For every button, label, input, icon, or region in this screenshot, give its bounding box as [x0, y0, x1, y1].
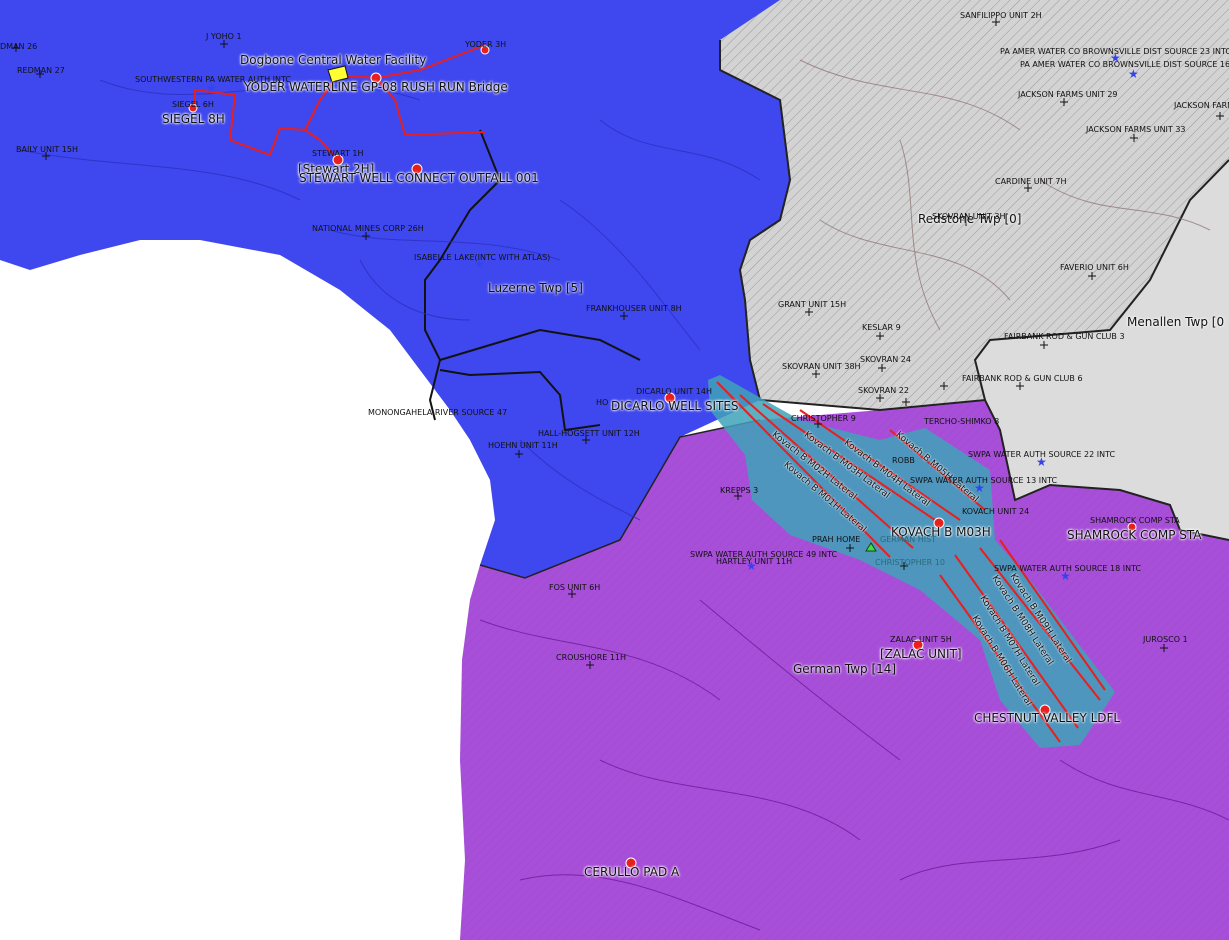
dogbone-label[interactable]: Dogbone Central Water Facility — [240, 54, 426, 66]
well-label: DMAN 26 — [0, 42, 38, 51]
well-label: KREPPS 3 — [720, 486, 759, 495]
well-label: MONONGAHELA RIVER SOURCE 47 — [368, 408, 508, 417]
map-canvas[interactable]: ★ ★ ★ ★ ★ ★ ★ ★ Luzerne Twp [5] German T… — [0, 0, 1229, 940]
well-label: GERMAN HIST — [880, 535, 937, 544]
well-label: REDMAN 27 — [17, 66, 65, 75]
well-label: HO — [596, 398, 609, 407]
well-label: JACKSON FARMS UNIT 33 — [1086, 125, 1186, 134]
zalac-label[interactable]: [ZALAC UNIT] — [880, 648, 962, 660]
well-label: JACKSON FARM — [1174, 101, 1229, 110]
stewart-outfall-label[interactable]: STEWART WELL CONNECT OUTFALL 001 — [299, 172, 539, 184]
well-label: STEWART 1H — [312, 149, 364, 158]
well-label: SANFILIPPO UNIT 2H — [960, 11, 1042, 20]
well-label: ISABELLE LAKE(INTC WITH ATLAS) — [414, 253, 551, 262]
well-label: SKOVRAN UNIT 3H — [932, 212, 1006, 221]
well-label: KESLAR 9 — [862, 323, 901, 332]
well-label: KOVACH UNIT 24 — [962, 507, 1030, 516]
well-label: SWPA WATER AUTH SOURCE 13 INTC — [910, 476, 1058, 485]
well-label: SWPA WATER AUTH SOURCE 22 INTC — [968, 450, 1116, 459]
siegel-8h-label[interactable]: SIEGEL 8H — [162, 113, 225, 125]
well-label: SWPA WATER AUTH SOURCE 18 INTC — [994, 564, 1142, 573]
svg-text:★: ★ — [1128, 67, 1139, 81]
well-label: CARDINE UNIT 7H — [995, 177, 1067, 186]
well-label: SOUTHWESTERN PA WATER AUTH INTC — [135, 75, 292, 84]
well-label: CHRISTOPHER 9 — [791, 414, 856, 423]
shamrock-label[interactable]: SHAMROCK COMP STA — [1067, 529, 1202, 541]
dicarlo-label[interactable]: DICARLO WELL SITES — [611, 400, 739, 412]
well-label: FRANKHOUSER UNIT 8H — [586, 304, 682, 313]
well-label: HOEHN UNIT 11H — [488, 441, 558, 450]
well-label: SHAMROCK COMP STA — [1090, 516, 1180, 525]
german-township-label: German Twp [14] — [793, 662, 897, 676]
well-label: YODER 3H — [465, 40, 507, 49]
well-label: FOS UNIT 6H — [549, 583, 601, 592]
well-label: JUROSCO 1 — [1143, 635, 1188, 644]
chestnut-label[interactable]: CHESTNUT VALLEY LDFL — [974, 712, 1120, 724]
well-label: HARTLEY UNIT 11H — [716, 557, 793, 566]
menallen-township-label: Menallen Twp [0 — [1127, 315, 1225, 329]
well-label: CROUSHORE 11H — [556, 653, 627, 662]
well-label: FAVERIO UNIT 6H — [1060, 263, 1129, 272]
well-label: HALL-HOGSETT UNIT 12H — [538, 429, 640, 438]
well-label: PA AMER WATER CO BROWNSVILLE DIST SOURCE… — [1000, 47, 1229, 56]
well-label: ZALAC UNIT 5H — [890, 635, 952, 644]
well-label: SIEGEL 6H — [172, 100, 214, 109]
well-label: NATIONAL MINES CORP 26H — [312, 224, 424, 233]
map-svg[interactable]: ★ ★ ★ ★ ★ ★ ★ ★ — [0, 0, 1229, 940]
well-label: J YOHO 1 — [206, 32, 242, 41]
well-label: FAIRBANK ROD & GUN CLUB 3 — [1004, 332, 1125, 341]
well-label: JACKSON FARMS UNIT 29 — [1018, 90, 1118, 99]
well-label: PA AMER WATER CO BROWNSVILLE DIST SOURCE… — [1020, 60, 1229, 69]
well-label: TERCHO-SHIMKO 8 — [924, 417, 1000, 426]
well-label: GRANT UNIT 15H — [778, 300, 847, 309]
well-label: SKOVRAN 24 — [860, 355, 911, 364]
cerullo-label[interactable]: CERULLO PAD A — [584, 866, 679, 878]
well-label: SKOVRAN UNIT 38H — [782, 362, 861, 371]
well-label: ROBB — [892, 456, 915, 465]
well-label: DICARLO UNIT 14H — [636, 387, 712, 396]
well-label: CHRISTOPHER 10 — [875, 558, 945, 567]
well-label: BAILY UNIT 15H — [16, 145, 78, 154]
well-label: FAIRBANK ROD & GUN CLUB 6 — [962, 374, 1083, 383]
well-label: SKOVRAN 22 — [858, 386, 909, 395]
well-label: PRAH HOME — [812, 535, 861, 544]
luzerne-township-label: Luzerne Twp [5] — [488, 281, 583, 295]
